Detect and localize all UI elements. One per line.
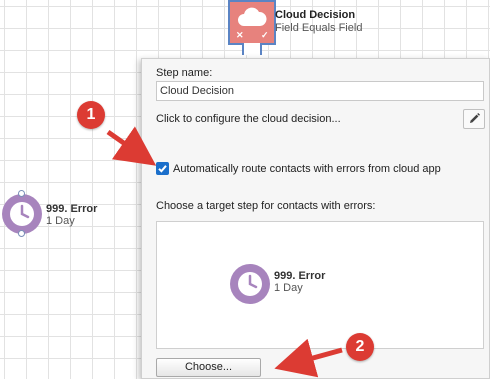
- arrow-1: [106, 126, 157, 166]
- annotation-badge-1: 1: [77, 101, 105, 129]
- annotation-arrows: [106, 126, 343, 378]
- annotation-badge-2: 2: [346, 333, 374, 361]
- arrow-2: [274, 338, 343, 378]
